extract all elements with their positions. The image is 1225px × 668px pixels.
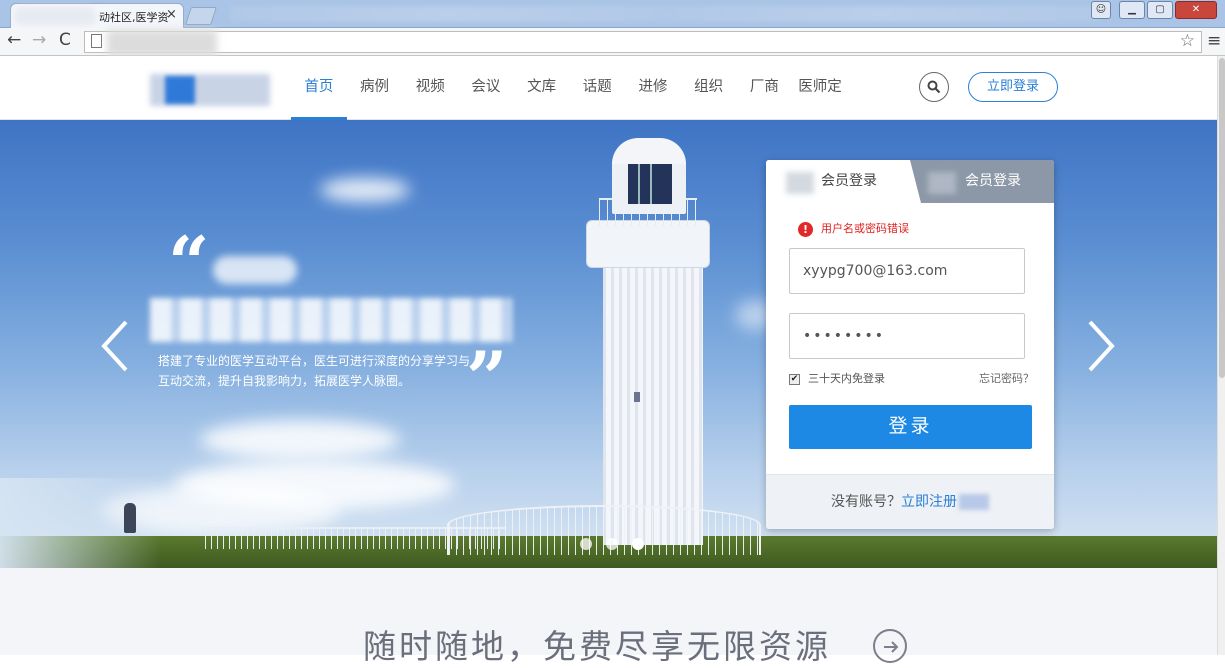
carousel-dots	[580, 538, 644, 550]
back-arrow-icon[interactable]: ←	[7, 30, 21, 50]
lantern-window	[628, 164, 672, 204]
site-header: 首页病例视频会议文库话题进修组织厂商医师定考 立即登录	[0, 56, 1225, 157]
main-nav: 首页病例视频会议文库话题进修组织厂商医师定考	[291, 56, 848, 157]
nav-item[interactable]: 会议	[458, 56, 514, 119]
tab-member-login-2[interactable]: 会员登录	[910, 160, 1054, 203]
error-icon: !	[798, 221, 813, 237]
forgot-password-link[interactable]: 忘记密码？	[979, 372, 1034, 386]
register-suffix-blurred	[959, 494, 989, 510]
page-icon	[91, 34, 102, 48]
tab-close-icon[interactable]: ×	[166, 7, 177, 22]
carousel-dot[interactable]	[606, 538, 618, 550]
register-link[interactable]: 立即注册	[901, 494, 957, 510]
new-tab-button[interactable]	[185, 7, 217, 25]
scrollbar-thumb[interactable]	[1219, 58, 1225, 378]
lighthouse-tower	[603, 265, 703, 545]
taskbar-blurred	[230, 6, 1100, 22]
nav-item[interactable]: 医师定考	[792, 56, 848, 157]
carousel-next-icon[interactable]	[1086, 316, 1116, 376]
cloud	[200, 420, 400, 460]
nav-item[interactable]: 视频	[402, 56, 458, 119]
nav-item[interactable]: 首页	[291, 56, 347, 120]
section-title: 随时随地，免费尽享无限资源	[363, 627, 831, 666]
login-button[interactable]: 立即登录	[968, 72, 1058, 102]
minimize-icon[interactable]: ▁	[1119, 1, 1145, 19]
nav-item[interactable]: 组织	[681, 56, 737, 119]
login-panel: 会员登录 会员登录 ! 用户名或密码错误 ✔ 三十天内免登录 忘记密码？ 登录 没有…	[766, 160, 1054, 529]
nav-item[interactable]: 病例	[347, 56, 403, 119]
arrow-right-icon	[884, 641, 899, 653]
url-text-blurred	[107, 30, 217, 56]
error-message: ! 用户名或密码错误	[798, 221, 909, 237]
remember-label: 三十天内免登录	[808, 372, 885, 385]
error-text: 用户名或密码错误	[821, 222, 909, 235]
logo-mark	[165, 76, 195, 104]
cloud	[320, 178, 410, 202]
remember-checkbox[interactable]: ✔	[789, 373, 800, 385]
tab-prefix-blurred	[928, 172, 956, 194]
hero-title-blurred	[150, 298, 512, 342]
person-figure	[124, 503, 136, 533]
login-tabs: 会员登录 会员登录	[766, 160, 1054, 203]
carousel-dot[interactable]	[580, 538, 592, 550]
maximize-icon[interactable]: ▢	[1147, 1, 1173, 19]
no-account-text: 没有账号？	[831, 494, 901, 510]
tab-title: 动社区,医学资	[99, 11, 169, 24]
address-toolbar: ← → C ☆ ≡	[0, 28, 1225, 56]
browser-menu-icon[interactable]: ≡	[1207, 31, 1221, 51]
url-input[interactable]: ☆	[84, 30, 1202, 56]
hero-description: 搭建了专业的医学互动平台，医生可进行深度的分享学习与互动交流，提升自我影响力，拓…	[158, 354, 471, 388]
hero-subtitle-blurred	[213, 256, 297, 284]
carousel-prev-icon[interactable]	[100, 316, 130, 376]
tab-label: 会员登录	[821, 173, 877, 189]
nav-item[interactable]: 进修	[625, 56, 681, 119]
lighthouse-dome	[612, 138, 686, 164]
nav-item[interactable]: 文库	[514, 56, 570, 119]
browser-tab[interactable]: 动社区,医学资 ×	[10, 3, 184, 28]
close-window-icon[interactable]: ✕	[1175, 1, 1217, 19]
login-submit-button[interactable]: 登录	[789, 405, 1032, 449]
page-scrollbar[interactable]	[1217, 56, 1225, 655]
tab-prefix-blurred	[786, 172, 814, 194]
remember-me[interactable]: ✔ 三十天内免登录	[789, 372, 885, 386]
bookmark-star-icon[interactable]: ☆	[1180, 31, 1195, 51]
quote-close-icon: ”	[466, 335, 508, 420]
lighthouse-window	[634, 392, 640, 402]
window-controls: ☺ ▁ ▢ ✕	[1089, 1, 1217, 20]
search-button[interactable]	[919, 72, 949, 102]
password-input[interactable]	[789, 313, 1025, 359]
search-icon	[927, 80, 941, 94]
user-profile-icon[interactable]: ☺	[1091, 1, 1111, 19]
quote-open-icon: “	[168, 220, 210, 305]
forward-arrow-icon[interactable]: →	[32, 30, 46, 50]
username-input[interactable]	[789, 248, 1025, 294]
register-prompt: 没有账号？立即注册	[766, 474, 1054, 529]
tab-favicon-blurred	[14, 7, 96, 25]
browser-titlebar: 动社区,医学资 × ☺ ▁ ▢ ✕	[0, 0, 1225, 28]
features-section: 随时随地，免费尽享无限资源	[0, 568, 1225, 666]
section-more-button[interactable]	[873, 629, 907, 663]
tab-label: 会员登录	[965, 173, 1021, 189]
tab-member-login-1[interactable]: 会员登录	[766, 160, 910, 203]
reload-icon[interactable]: C	[59, 30, 71, 50]
ground-fade	[0, 478, 160, 568]
nav-item[interactable]: 话题	[569, 56, 625, 119]
nav-item[interactable]: 厂商	[737, 56, 793, 119]
carousel-dot[interactable]	[632, 538, 644, 550]
lighthouse-collar	[586, 220, 710, 268]
